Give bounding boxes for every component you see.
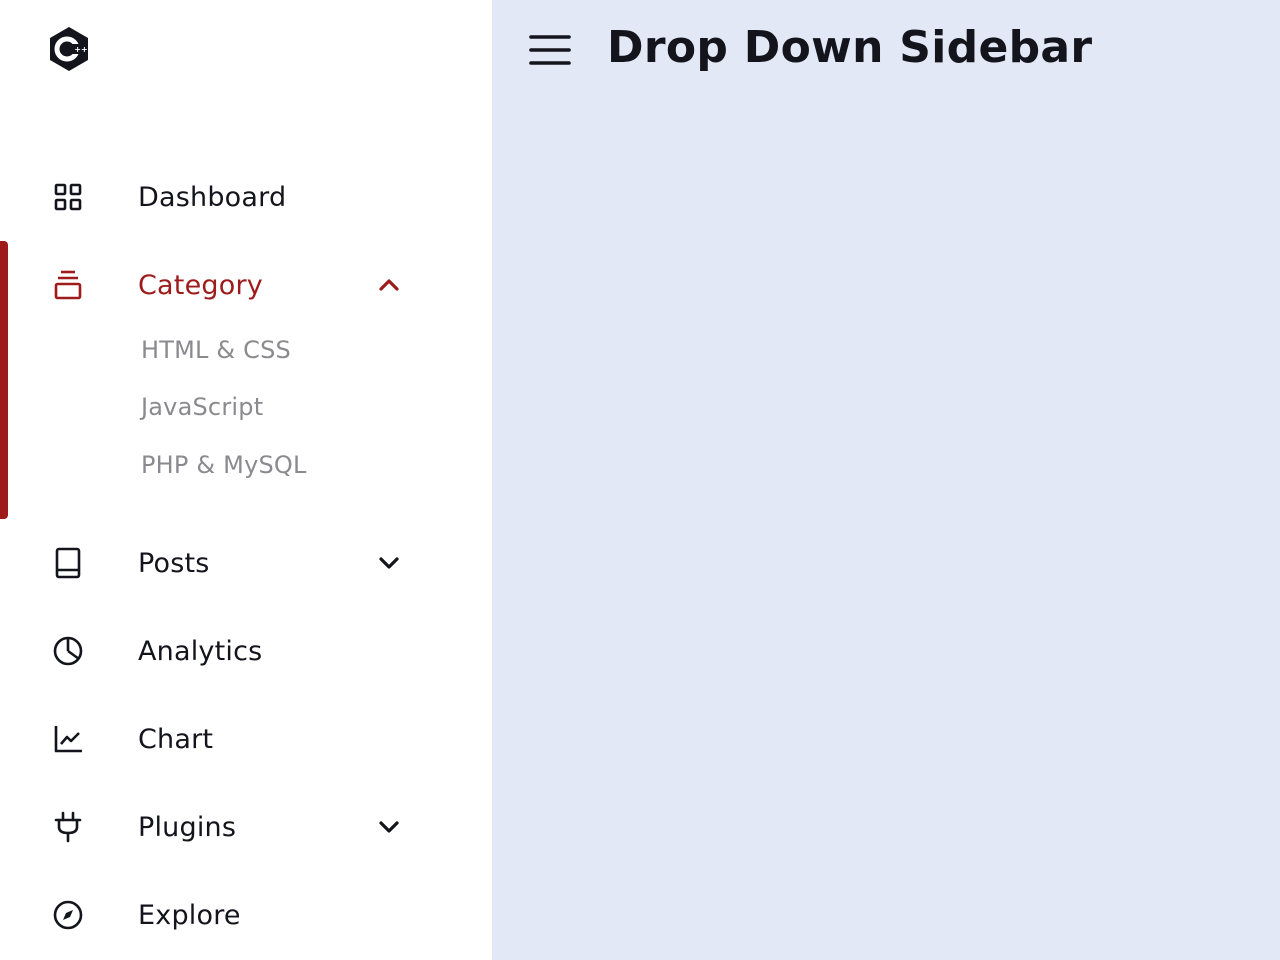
sidebar-item-category[interactable]: Category [0,255,492,315]
sidebar-item-label: Analytics [138,635,263,667]
page-title: Drop Down Sidebar [607,22,1093,73]
sidebar-item-label: Plugins [138,811,237,843]
menu-icon[interactable] [528,32,572,68]
sidebar-item-label: Dashboard [138,181,287,213]
sidebar-item-label: Chart [138,723,214,755]
grid-icon [50,181,86,213]
submenu-item-javascript[interactable]: JavaScript [141,393,263,421]
sidebar-item-label: Posts [138,547,210,579]
sidebar-item-chart[interactable]: Chart [0,709,492,769]
submenu-item-php-mysql[interactable]: PHP & MySQL [141,451,307,479]
chevron-up-icon[interactable] [376,273,402,297]
book-icon [50,547,86,579]
submenu-item-html-css[interactable]: HTML & CSS [141,336,291,364]
sidebar-item-dashboard[interactable]: Dashboard [0,167,492,227]
sidebar: ++ Dashboard Category HTML & CSS JavaScr… [0,0,492,960]
compass-icon [50,899,86,931]
svg-text:++: ++ [74,45,87,54]
sidebar-item-label: Category [138,269,263,301]
header: Drop Down Sidebar [492,0,1280,100]
plug-icon [50,811,86,843]
line-chart-icon [50,723,86,755]
pie-chart-icon [50,635,86,667]
sidebar-item-posts[interactable]: Posts [0,533,492,593]
sidebar-item-label: Explore [138,899,241,931]
sidebar-item-analytics[interactable]: Analytics [0,621,492,681]
chevron-down-icon[interactable] [376,815,402,839]
logo-icon: ++ [48,26,90,72]
layers-icon [50,269,86,301]
sidebar-item-plugins[interactable]: Plugins [0,797,492,857]
main-content [492,100,1280,960]
sidebar-item-explore[interactable]: Explore [0,885,492,945]
chevron-down-icon[interactable] [376,551,402,575]
